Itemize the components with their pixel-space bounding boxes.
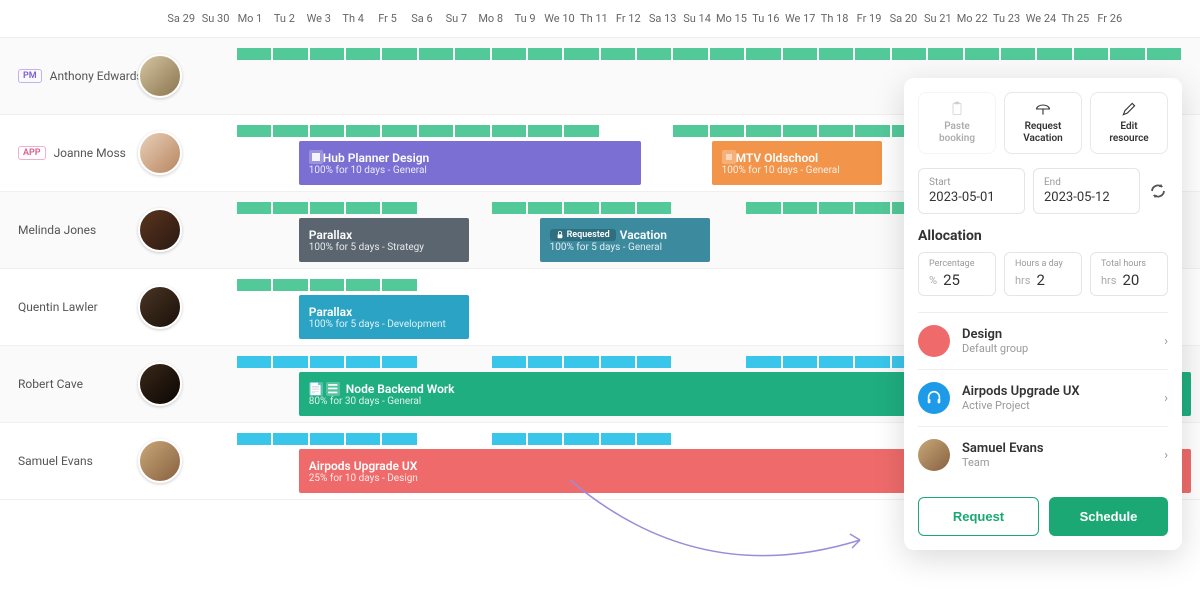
request-button[interactable]: Request (918, 497, 1039, 536)
date-cell: Th 11 (577, 0, 611, 37)
date-cell: Fr 12 (611, 0, 645, 37)
requested-tag: Requested (550, 229, 616, 241)
date-cell: Tu 23 (989, 0, 1023, 37)
panel-list-item[interactable]: DesignDefault group › (918, 313, 1168, 370)
avatar (918, 439, 950, 471)
date-cell: We 3 (302, 0, 336, 37)
list-icon (722, 150, 736, 164)
date-cell: Su 21 (921, 0, 955, 37)
booking-bar[interactable]: RequestedVacation 100% for 5 days - Gene… (540, 218, 710, 262)
avatar[interactable] (138, 285, 182, 329)
booking-panel: Pastebooking RequestVacation Editresourc… (904, 78, 1182, 550)
date-cell: Fr 5 (370, 0, 404, 37)
date-cell: We 24 (1024, 0, 1058, 37)
date-cell: Sa 29 (164, 0, 198, 37)
date-cell: Tu 9 (508, 0, 542, 37)
role-badge: APP (18, 146, 46, 160)
date-cell: Th 25 (1058, 0, 1092, 37)
umbrella-icon (1035, 101, 1051, 117)
date-header: Sa 29Su 30Mo 1Tu 2We 3Th 4Fr 5Sa 6Su 7Mo… (0, 0, 1200, 38)
date-cell: Sa 13 (645, 0, 679, 37)
booking-bar[interactable]: Parallax 100% for 5 days - Strategy (299, 218, 469, 262)
booking-bar[interactable]: MTV Oldschool 100% for 10 days - General (712, 141, 882, 185)
edit-resource-button[interactable]: Editresource (1090, 92, 1168, 154)
date-cell: Mo 22 (955, 0, 989, 37)
panel-list: DesignDefault group › Airpods Upgrade UX… (918, 312, 1168, 483)
date-cell: Tu 2 (267, 0, 301, 37)
headphones-icon (918, 382, 950, 414)
avatar[interactable] (138, 439, 182, 483)
note-icon: 📄 (309, 382, 323, 396)
role-badge: PM (18, 69, 42, 83)
schedule-button[interactable]: Schedule (1049, 497, 1168, 536)
booking-bar[interactable]: Hub Planner Design 100% for 10 days - Ge… (299, 141, 641, 185)
paste-booking-button[interactable]: Pastebooking (918, 92, 996, 154)
date-cell: Th 18 (817, 0, 851, 37)
panel-list-item[interactable]: Samuel EvansTeam › (918, 427, 1168, 483)
avatar[interactable] (138, 131, 182, 175)
avatar[interactable] (138, 54, 182, 98)
booking-bar[interactable]: Parallax 100% for 5 days - Development (299, 295, 469, 339)
percentage-field[interactable]: Percentage% 25 (918, 252, 996, 296)
date-cell: Fr 26 (1093, 0, 1127, 37)
date-cell: Mo 15 (714, 0, 748, 37)
date-cell: Sa 6 (405, 0, 439, 37)
end-date-field[interactable]: End2023-05-12 (1033, 168, 1140, 214)
date-cell: Su 14 (680, 0, 714, 37)
avatar[interactable] (138, 208, 182, 252)
date-cell: Sa 20 (886, 0, 920, 37)
allocation-title: Allocation (918, 228, 1168, 244)
color-dot (918, 325, 950, 357)
sync-icon[interactable] (1148, 181, 1168, 201)
list-icon: ☰ (326, 382, 340, 396)
date-cell: Su 30 (198, 0, 232, 37)
chevron-right-icon: › (1164, 448, 1168, 463)
date-cell: Mo 8 (474, 0, 508, 37)
date-cell: Fr 19 (852, 0, 886, 37)
chevron-right-icon: › (1164, 334, 1168, 349)
start-date-field[interactable]: Start2023-05-01 (918, 168, 1025, 214)
paste-icon (949, 101, 965, 117)
total-hours-field[interactable]: Total hourshrs 20 (1090, 252, 1168, 296)
capacity-row (164, 48, 1200, 60)
date-cell: We 10 (542, 0, 576, 37)
date-cell: Th 4 (336, 0, 370, 37)
pencil-icon (1121, 101, 1137, 117)
date-cell: Mo 1 (233, 0, 267, 37)
panel-list-item[interactable]: Airpods Upgrade UXActive Project › (918, 370, 1168, 427)
date-cell: Tu 16 (749, 0, 783, 37)
avatar[interactable] (138, 362, 182, 406)
date-cell: We 17 (783, 0, 817, 37)
chevron-right-icon: › (1164, 391, 1168, 406)
request-vacation-button[interactable]: RequestVacation (1004, 92, 1082, 154)
note-icon (309, 150, 323, 164)
date-cell: Su 7 (439, 0, 473, 37)
hours-day-field[interactable]: Hours a dayhrs 2 (1004, 252, 1082, 296)
